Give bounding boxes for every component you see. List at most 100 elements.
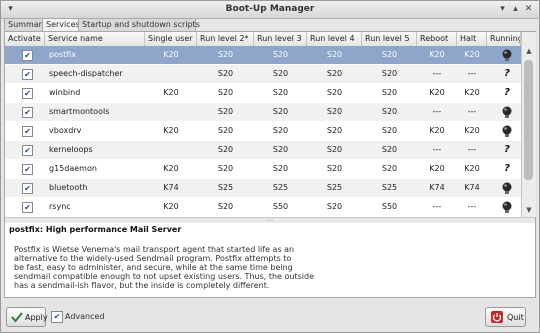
tab-startup-shutdown-scripts[interactable]: Startup and shutdown scripts [78, 18, 200, 31]
cell-run-level-3: S20 [272, 126, 289, 135]
cell-service-name: bluetooth [49, 183, 88, 192]
cell-run-level-3: S20 [272, 107, 289, 116]
cell-run-level-3: S20 [272, 88, 289, 97]
activate-checkbox[interactable]: ✔ [22, 202, 33, 213]
cell-run-level-4: S25 [326, 183, 343, 192]
table-row[interactable]: ✔ kerneloops S20 S20 S20 S20 --- ---? [5, 141, 521, 159]
question-mark-icon: ? [504, 68, 510, 79]
close-icon[interactable]: ✕ [523, 4, 534, 15]
cell-run-level-2: S20 [217, 145, 234, 154]
cell-service-name: kerneloops [49, 145, 93, 154]
cell-reboot: --- [432, 107, 442, 116]
activate-checkbox[interactable]: ✔ [22, 88, 33, 99]
cell-halt: --- [467, 69, 477, 78]
col-reboot[interactable]: Reboot [417, 32, 457, 46]
title-bar[interactable]: ▾ Boot-Up Manager ▾ ▴ ✕ [1, 1, 539, 19]
cell-halt: --- [467, 145, 477, 154]
cell-halt: --- [467, 202, 477, 211]
col-activate[interactable]: Activate [5, 32, 45, 46]
cell-halt: K20 [464, 50, 480, 59]
table-row[interactable]: ✔ rsync K20 S20 S50 S20 S50 --- --- [5, 198, 521, 216]
cell-service-name: winbind [49, 88, 81, 97]
table-row[interactable]: ✔ speech-dispatcher S20 S20 S20 S20 --- ---? [5, 65, 521, 83]
cell-run-level-4: S20 [326, 164, 343, 173]
col-halt[interactable]: Halt [457, 32, 487, 46]
bottom-bar: Apply ✔ Advanced Quit [1, 300, 539, 332]
activate-checkbox[interactable]: ✔ [22, 145, 33, 156]
table-row[interactable]: ✔ winbind K20 S20 S20 S20 S20 K20 K20? [5, 84, 521, 102]
cell-run-level-5: S20 [381, 69, 398, 78]
description-title: postfix: High performance Mail Server [9, 225, 182, 234]
cell-run-level-3: S20 [272, 50, 289, 59]
scroll-up-icon[interactable]: ▲ [523, 46, 535, 57]
cell-halt: K20 [464, 126, 480, 135]
cell-reboot: --- [432, 69, 442, 78]
cell-reboot: K20 [429, 50, 445, 59]
cell-run-level-4: S20 [326, 69, 343, 78]
cell-reboot: K74 [429, 183, 445, 192]
question-mark-icon: ? [504, 163, 510, 174]
table-row[interactable]: ✔ vboxdrv K20 S20 S20 S20 S20 K20 K20 [5, 122, 521, 140]
activate-checkbox[interactable]: ✔ [22, 126, 33, 137]
table-header: Activate Service name Single user Run le… [5, 32, 521, 47]
cell-run-level-5: S20 [381, 107, 398, 116]
apply-button[interactable]: Apply [6, 307, 48, 327]
question-mark-icon: ? [504, 144, 510, 155]
activate-checkbox[interactable]: ✔ [22, 50, 33, 61]
table-row[interactable]: ✔ bluetooth K74 S25 S25 S25 S25 K74 K74 [5, 179, 521, 197]
cell-service-name: g15daemon [49, 164, 97, 173]
cell-halt: --- [467, 107, 477, 116]
activate-checkbox[interactable]: ✔ [22, 107, 33, 118]
col-service-name[interactable]: Service name [45, 32, 145, 46]
col-run-level-3[interactable]: Run level 3 [254, 32, 307, 46]
cell-reboot: K20 [429, 88, 445, 97]
lightbulb-icon [502, 182, 512, 194]
scrollbar-thumb[interactable] [524, 60, 533, 180]
table-row[interactable]: ✔ g15daemon K20 S20 S20 S20 S20 K20 K20? [5, 160, 521, 178]
description-body: Postfix is Wietse Venema's mail transpor… [14, 245, 314, 290]
table-row[interactable]: ✔ postfix K20 S20 S20 S20 S20 K20 K20 [5, 46, 521, 64]
advanced-checkbox[interactable]: ✔ [51, 311, 63, 323]
cell-run-level-4: S20 [326, 202, 343, 211]
cell-run-level-2: S20 [217, 50, 234, 59]
cell-run-level-2: S20 [217, 88, 234, 97]
lightbulb-icon [502, 49, 512, 61]
maximize-icon[interactable]: ▴ [510, 4, 521, 15]
table-scrollbar[interactable]: ▲ ▼ [521, 32, 536, 217]
description-line: Postfix is Wietse Venema's mail transpor… [14, 245, 295, 254]
lightbulb-icon [502, 201, 512, 213]
cell-single-user [145, 103, 197, 121]
cell-run-level-3: S50 [272, 202, 289, 211]
col-run-level-5[interactable]: Run level 5 [362, 32, 417, 46]
question-mark-icon: ? [504, 87, 510, 98]
col-single-user[interactable]: Single user [145, 32, 197, 46]
cell-service-name: speech-dispatcher [49, 69, 123, 78]
cell-run-level-5: S20 [381, 145, 398, 154]
lightbulb-icon [502, 125, 512, 137]
cell-single-user: K20 [163, 50, 179, 59]
cell-single-user: K20 [163, 88, 179, 97]
cell-run-level-4: S20 [326, 50, 343, 59]
cell-run-level-3: S20 [272, 145, 289, 154]
scroll-down-icon[interactable]: ▼ [523, 205, 535, 216]
description-line: alternative to the widely-used Sendmail … [14, 254, 292, 263]
quit-button[interactable]: Quit [485, 307, 526, 327]
cell-run-level-2: S20 [217, 202, 234, 211]
quit-label: Quit [507, 313, 524, 322]
cell-service-name: vboxdrv [49, 126, 82, 135]
activate-checkbox[interactable]: ✔ [22, 69, 33, 80]
description-line: be fast, easy to administer, and secure,… [14, 263, 293, 272]
advanced-label: Advanced [65, 312, 105, 321]
col-running[interactable]: Running [487, 32, 521, 46]
table-row[interactable]: ✔ smartmontools S20 S20 S20 S20 --- --- [5, 103, 521, 121]
services-table: ✔ postfix K20 S20 S20 S20 S20 K20 K20 ✔ speech-dis… [5, 46, 521, 217]
cell-single-user [145, 141, 197, 159]
col-run-level-2[interactable]: Run level 2* [197, 32, 254, 46]
minimize-icon[interactable]: ▾ [497, 4, 508, 15]
activate-checkbox[interactable]: ✔ [22, 183, 33, 194]
cell-run-level-5: S50 [381, 202, 398, 211]
cell-run-level-4: S20 [326, 107, 343, 116]
cell-run-level-2: S25 [217, 183, 234, 192]
col-run-level-4[interactable]: Run level 4 [307, 32, 362, 46]
activate-checkbox[interactable]: ✔ [22, 164, 33, 175]
